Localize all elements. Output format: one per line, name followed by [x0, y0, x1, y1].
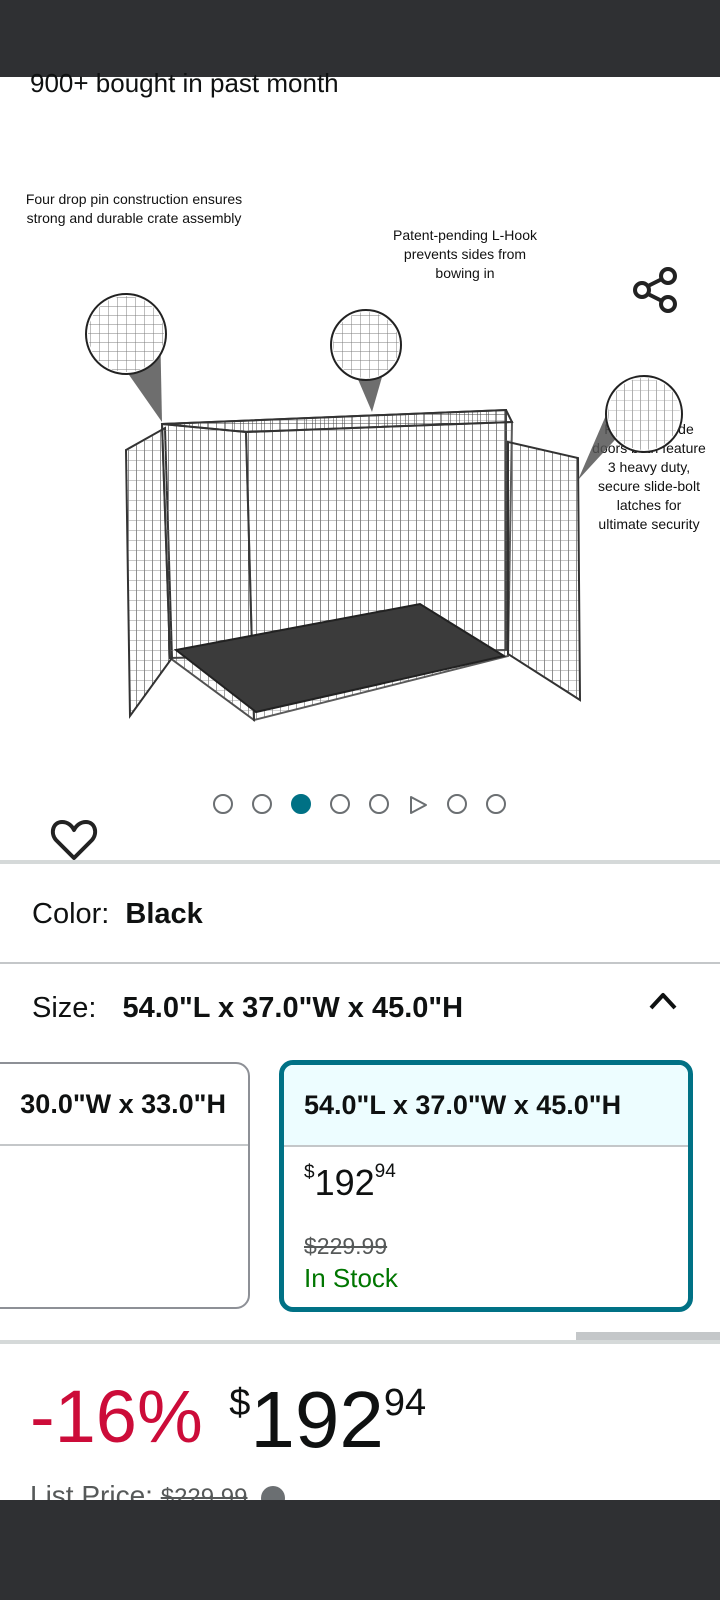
size-option-title: 54.0"L x 37.0"W x 45.0"H [284, 1065, 688, 1147]
product-image-dog-crate [85, 293, 683, 723]
play-icon[interactable] [408, 795, 428, 815]
size-option-title: 30.0"W x 33.0"H [0, 1064, 248, 1146]
heart-icon[interactable] [50, 818, 98, 862]
size-option-stock-status: In Stock [304, 1263, 398, 1293]
carousel-dot-5[interactable] [369, 794, 389, 814]
product-image-gallery[interactable]: Four drop pin construction ensures stron… [0, 120, 720, 860]
color-row: Color: Black [32, 898, 203, 931]
chevron-up-icon[interactable] [648, 990, 678, 1012]
list-price-row: List Price: $229.99 [30, 1480, 286, 1500]
section-divider [0, 962, 720, 964]
size-value: 54.0"L x 37.0"W x 45.0"H [122, 992, 464, 1024]
image-carousel-dots [0, 794, 720, 818]
size-row[interactable]: Size: 54.0"L x 37.0"W x 45.0"H [32, 992, 463, 1025]
current-price: $19294 [229, 1375, 427, 1464]
bought-in-past-month: 900+ bought in past month [30, 68, 339, 98]
size-label: Size: [32, 992, 97, 1024]
section-divider [0, 860, 720, 864]
share-icon[interactable] [632, 266, 678, 314]
info-icon[interactable] [261, 1485, 286, 1500]
size-option-card[interactable]: 30.0"W x 33.0"H [0, 1062, 250, 1309]
carousel-dot-1[interactable] [213, 794, 233, 814]
price-block: -16% $19294 [30, 1374, 426, 1464]
size-option-price: $19294 [304, 1161, 396, 1203]
size-option-list-price: $229.99 [304, 1233, 388, 1259]
carousel-dot-8[interactable] [486, 794, 506, 814]
color-value: Black [125, 898, 203, 930]
navigation-bar [0, 1500, 720, 1600]
horizontal-scroll-indicator [576, 1332, 720, 1340]
list-price-value: $229.99 [160, 1484, 248, 1500]
color-label: Color: [32, 898, 110, 930]
carousel-dot-2[interactable] [252, 794, 272, 814]
carousel-dot-7[interactable] [447, 794, 467, 814]
status-bar [0, 0, 720, 77]
size-option-card-selected[interactable]: 54.0"L x 37.0"W x 45.0"H $19294 $229.99 … [279, 1060, 693, 1312]
list-price-label: List Price: [30, 1480, 153, 1500]
discount-percent: -16% [30, 1375, 203, 1458]
carousel-dot-4[interactable] [330, 794, 350, 814]
carousel-dot-3-active[interactable] [291, 794, 311, 814]
section-divider [0, 1340, 720, 1344]
